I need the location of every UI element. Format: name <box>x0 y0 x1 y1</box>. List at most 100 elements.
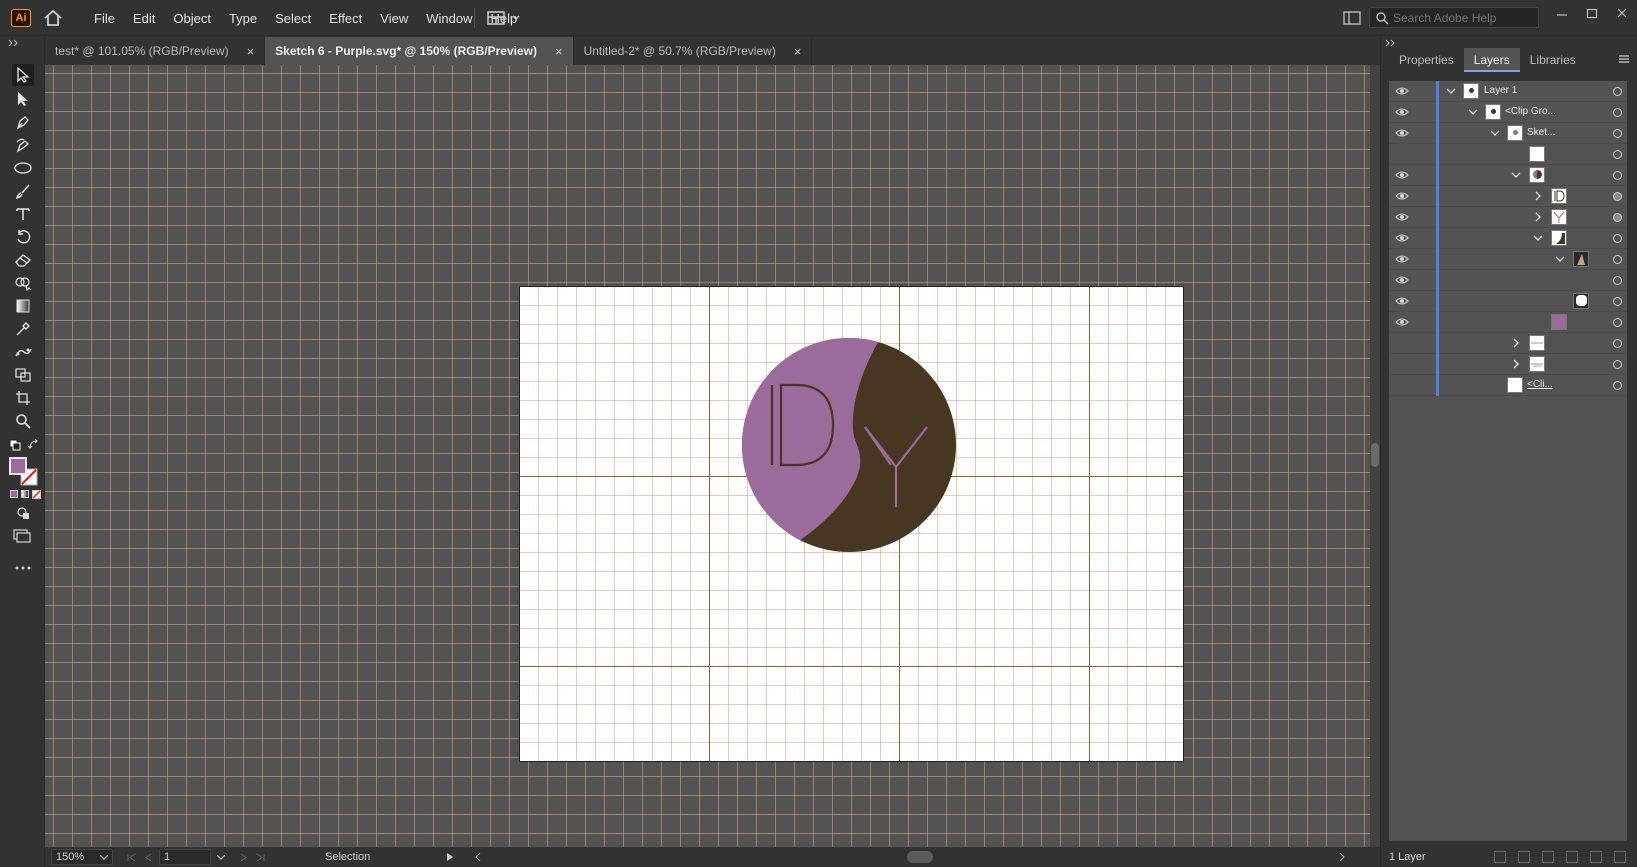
pen-tool[interactable] <box>12 111 34 133</box>
puppet-warp-tool[interactable] <box>12 341 34 363</box>
layer-target-icon[interactable] <box>1613 360 1622 369</box>
tab-sketch-6-purple[interactable]: Sketch 6 - Purple.svg* @ 150% (RGB/Previ… <box>265 37 574 65</box>
previous-artboard-icon[interactable] <box>144 853 153 862</box>
scroll-left-icon[interactable] <box>475 853 481 861</box>
layer-row-group-a[interactable] <box>1389 333 1627 354</box>
chevron-down-icon[interactable] <box>1468 107 1478 117</box>
close-window-button[interactable] <box>1607 0 1637 26</box>
dy-logo[interactable] <box>741 337 957 553</box>
layer-target-icon[interactable] <box>1613 234 1622 243</box>
default-colors-icon[interactable] <box>9 439 21 451</box>
swap-colors-icon[interactable] <box>28 439 40 451</box>
gradient-mode-button[interactable] <box>21 490 29 498</box>
visibility-eye-icon[interactable] <box>1395 107 1409 117</box>
fill-color-swatch[interactable] <box>9 457 27 475</box>
selection-tool[interactable] <box>12 64 34 86</box>
layer-target-icon[interactable] <box>1613 255 1622 264</box>
workspace-switcher-button[interactable] <box>486 9 526 27</box>
layer-target-icon[interactable] <box>1613 171 1622 180</box>
zoom-tool[interactable] <box>12 410 34 432</box>
tab-test[interactable]: test* @ 101.05% (RGB/Preview) × <box>45 37 266 65</box>
paintbrush-tool[interactable] <box>12 180 34 202</box>
layer-row-letter-y[interactable] <box>1389 207 1627 228</box>
layer-row-sketch[interactable]: Sket... <box>1389 123 1627 144</box>
eraser-tool[interactable] <box>12 249 34 271</box>
ellipse-tool[interactable] <box>12 157 34 179</box>
layer-target-icon[interactable] <box>1613 318 1622 327</box>
artboard-number-input[interactable]: 1 <box>159 849 211 865</box>
create-sublayer-icon[interactable] <box>1566 850 1578 863</box>
maximize-button[interactable] <box>1577 0 1607 26</box>
layer-row-rectangle[interactable] <box>1389 144 1627 165</box>
home-icon[interactable] <box>43 9 63 27</box>
layer-target-icon[interactable] <box>1613 150 1622 159</box>
layer-name[interactable]: Layer 1 <box>1484 85 1517 96</box>
visibility-eye-icon[interactable] <box>1395 275 1409 285</box>
layer-row-clip-group[interactable]: <Clip Gro... <box>1389 102 1627 123</box>
chevron-down-icon[interactable] <box>217 854 225 860</box>
layer-row-clipping-path[interactable]: <Cli... <box>1389 375 1627 396</box>
menu-file[interactable]: File <box>85 11 124 26</box>
horizontal-scrollbar[interactable] <box>475 850 1345 864</box>
type-tool[interactable] <box>12 203 34 225</box>
direct-selection-tool[interactable] <box>12 88 34 110</box>
menu-view[interactable]: View <box>371 11 417 26</box>
chevron-right-icon[interactable] <box>1533 212 1543 222</box>
close-tab-icon[interactable]: × <box>794 44 802 59</box>
none-mode-button[interactable] <box>32 490 41 499</box>
status-tool-name[interactable]: Selection <box>325 851 455 863</box>
layer-target-icon[interactable] <box>1613 129 1622 138</box>
visibility-eye-icon[interactable] <box>1395 212 1409 222</box>
layer-row-letter-d[interactable] <box>1389 186 1627 207</box>
collapse-toolbar-icon[interactable] <box>8 39 20 47</box>
layer-target-icon[interactable] <box>1613 381 1622 390</box>
layer-row-group[interactable] <box>1389 165 1627 186</box>
layer-row-empty[interactable] <box>1389 270 1627 291</box>
close-tab-icon[interactable]: × <box>555 44 563 59</box>
locate-object-icon[interactable] <box>1518 850 1530 863</box>
menu-window[interactable]: Window <box>417 11 481 26</box>
visibility-eye-icon[interactable] <box>1395 170 1409 180</box>
visibility-eye-icon[interactable] <box>1395 254 1409 264</box>
layer-target-icon[interactable] <box>1613 276 1622 285</box>
visibility-eye-icon[interactable] <box>1395 233 1409 243</box>
visibility-eye-icon[interactable] <box>1395 191 1409 201</box>
vertical-scroll-thumb[interactable] <box>1371 443 1379 467</box>
menu-edit[interactable]: Edit <box>124 11 164 26</box>
visibility-eye-icon[interactable] <box>1395 128 1409 138</box>
tab-properties[interactable]: Properties <box>1389 48 1464 72</box>
help-search-field[interactable] <box>1369 7 1539 28</box>
visibility-eye-icon[interactable] <box>1395 317 1409 327</box>
last-artboard-icon[interactable] <box>256 853 265 862</box>
layer-name[interactable]: Sket... <box>1527 127 1555 138</box>
export-icon[interactable] <box>1494 850 1506 863</box>
minimize-button[interactable] <box>1547 0 1577 26</box>
chevron-down-icon[interactable] <box>1490 128 1500 138</box>
layer-target-icon[interactable] <box>1613 192 1622 201</box>
zoom-level-select[interactable]: 150% <box>51 849 113 865</box>
help-search-input[interactable] <box>1393 10 1533 25</box>
visibility-eye-icon[interactable] <box>1395 296 1409 306</box>
layer-target-icon[interactable] <box>1613 297 1622 306</box>
chevron-down-icon[interactable] <box>1511 170 1521 180</box>
chevron-down-icon[interactable] <box>1555 254 1565 264</box>
layer-target-icon[interactable] <box>1613 108 1622 117</box>
chevron-right-icon[interactable] <box>1511 338 1521 348</box>
vertical-scrollbar[interactable] <box>1370 65 1380 847</box>
delete-layer-icon[interactable] <box>1614 850 1626 863</box>
layer-row-brown-path[interactable] <box>1389 249 1627 270</box>
layer-row-group-b[interactable] <box>1389 354 1627 375</box>
tab-layers[interactable]: Layers <box>1463 48 1520 72</box>
layer-target-icon[interactable] <box>1613 213 1622 222</box>
color-mode-button[interactable] <box>10 490 18 498</box>
canvas[interactable] <box>45 65 1370 847</box>
gradient-tool[interactable] <box>12 295 34 317</box>
layer-name[interactable]: <Cli... <box>1527 379 1553 390</box>
menu-select[interactable]: Select <box>266 11 320 26</box>
menu-object[interactable]: Object <box>164 11 220 26</box>
tab-untitled-2[interactable]: Untitled-2* @ 50.7% (RGB/Preview) × <box>574 37 813 65</box>
make-clipping-mask-icon[interactable] <box>1542 850 1554 863</box>
horizontal-scroll-thumb[interactable] <box>907 851 933 863</box>
layer-row-shape-group[interactable] <box>1389 228 1627 249</box>
more-tools-icon[interactable] <box>15 566 31 570</box>
